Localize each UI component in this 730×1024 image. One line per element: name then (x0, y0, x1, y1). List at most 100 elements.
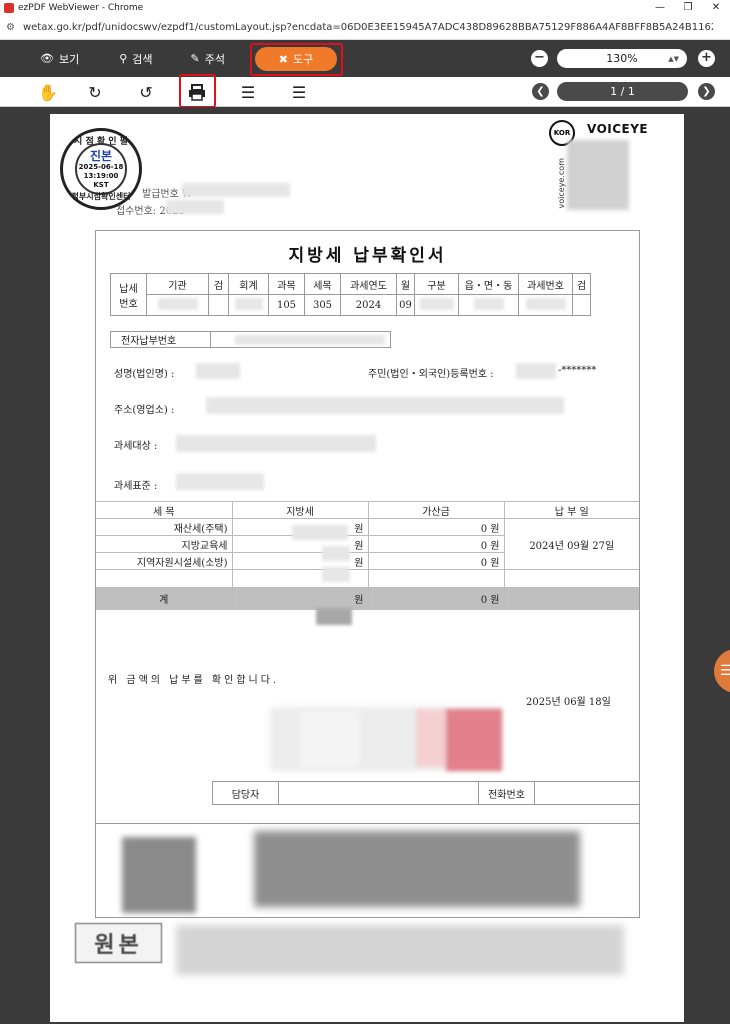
tools-label: 도구 (292, 53, 314, 66)
redacted-id (516, 363, 556, 379)
original-mark: 원본 (75, 923, 162, 963)
form-divider (96, 823, 639, 824)
close-icon[interactable]: ✕ (702, 0, 730, 16)
redacted-object (176, 435, 376, 452)
tax-header-cell: 기관 (146, 273, 209, 295)
tax-item: 지방교육세 (96, 535, 232, 553)
tax-item: 지역자원시설세(소방) (96, 552, 232, 570)
page-number: 1 / 1 (610, 85, 635, 98)
redacted-barcode (122, 837, 196, 913)
contact-phone-value (535, 782, 639, 804)
window-title: ezPDF WebViewer - Chrome (18, 3, 144, 13)
voiceye-site: voiceye.com (557, 158, 566, 209)
tax-header-cell: 월 (396, 273, 415, 295)
redacted-issue-number (182, 183, 290, 197)
table-row: 재산세(주택) 원 0 원 2024년 09월 27일 (96, 518, 639, 570)
list-icon[interactable]: ☰ (237, 81, 259, 103)
penalty-amount: 0 원 (367, 518, 504, 536)
minimize-icon[interactable]: — (646, 0, 674, 16)
tax-value-cell (414, 294, 459, 316)
amount-header: 지방세 (231, 501, 368, 519)
tax-header-cell: 세목 (304, 273, 341, 295)
payment-date: 2024년 09월 27일 (503, 518, 639, 570)
hand-tool-icon[interactable]: ✋ (37, 81, 59, 103)
tax-value-cell (572, 294, 591, 316)
id-masked: -******* (558, 365, 597, 376)
total-row: 계 원 0 원 (96, 587, 639, 610)
list-settings-icon[interactable]: ☰ (288, 81, 310, 103)
pen-icon: ✎ (190, 52, 200, 65)
previous-page-button[interactable]: ❮ (532, 83, 549, 100)
zoom-in-button[interactable]: + (698, 50, 715, 67)
seal-time: 13:19:00 (83, 172, 119, 180)
redacted-standard (176, 473, 264, 490)
official-stamp (270, 707, 502, 771)
tax-header-cell: 검 (572, 273, 591, 295)
voiceye-block: KOR VOICEYE voiceye.com (549, 120, 649, 212)
standard-row: 과세표준 : (114, 481, 158, 492)
zoom-select[interactable]: 130% ▲▼ (557, 49, 687, 68)
rotate-counterclockwise-icon[interactable]: ↺ (135, 81, 157, 103)
search-label: 검색 (132, 52, 153, 66)
redacted-epay-number (235, 334, 385, 345)
redacted-amount (292, 525, 348, 540)
tax-value-cell (146, 294, 209, 316)
tax-header-cell: 과세번호 (518, 273, 573, 295)
next-page-button[interactable]: ❯ (698, 83, 715, 100)
tax-value-cell: 305 (304, 294, 341, 316)
tax-value-cell (208, 294, 229, 316)
contact-person-value (279, 782, 479, 804)
tax-header-cell: 과목 (268, 273, 305, 295)
annotate-button[interactable]: ✎ 주석 (191, 51, 225, 67)
electronic-payment-number: 전자납부번호 (110, 331, 391, 348)
tax-value-cell (458, 294, 519, 316)
tax-header-cell: 과세연도 (340, 273, 397, 295)
redacted-receipt-number (166, 200, 224, 214)
address-bar[interactable]: ⚙ wetax.go.kr/pdf/unidocswv/ezpdf1/custo… (0, 16, 730, 40)
rotate-clockwise-icon[interactable]: ↻ (84, 81, 106, 103)
zoom-out-button[interactable]: − (531, 50, 548, 67)
id-row: 주민(법인・외국인)등록번호 : (368, 369, 494, 380)
restore-icon[interactable]: ❐ (674, 0, 702, 16)
url-text[interactable]: wetax.go.kr/pdf/unidocswv/ezpdf1/customL… (23, 22, 713, 33)
form-title: 지방세 납부확인서 (288, 246, 447, 266)
site-settings-icon[interactable]: ⚙ (6, 22, 15, 33)
tax-header-cell: 회계 (228, 273, 269, 295)
tax-value-cell (228, 294, 269, 316)
total-amount: 원 (231, 587, 368, 610)
search-button[interactable]: ⚲ 검색 (119, 51, 152, 67)
tax-header-cell: 검 (208, 273, 229, 295)
amount-header: 세 목 (96, 501, 232, 519)
page-indicator[interactable]: 1 / 1 (557, 82, 688, 101)
view-button[interactable]: 👁 보기 (40, 51, 79, 67)
contact-row: 담당자 전화번호 (212, 781, 640, 805)
chevron-updown-icon: ▲▼ (668, 54, 679, 63)
amount-header: 가산금 (367, 501, 504, 519)
tax-header-cell: 읍・면・동 (458, 273, 519, 295)
app-logo-icon (4, 3, 14, 13)
address-row: 주소(영업소) : (114, 405, 175, 416)
contact-phone-label: 전화번호 (479, 782, 535, 804)
seal-bottom-text: 정부시점확인센터 (71, 192, 131, 201)
penalty-amount: 0 원 (367, 552, 504, 570)
view-label: 보기 (58, 52, 80, 66)
voiceye-code (567, 140, 629, 210)
voiceye-brand: VOICEYE (587, 122, 649, 136)
tax-payment-form: 지방세 납부확인서 납세 번호 기관 검 회계 과목 세목 과세연도 월 구분 … (95, 230, 640, 918)
seal-center-text: 진본 (89, 149, 113, 163)
zoom-value: 130% (606, 52, 638, 65)
search-icon: ⚲ (119, 52, 128, 65)
redacted-footer (176, 925, 624, 975)
annotate-label: 주석 (204, 52, 225, 66)
tax-value-cell: 09 (396, 294, 415, 316)
eye-icon: 👁 (40, 52, 54, 65)
window-titlebar: ezPDF WebViewer - Chrome — ❐ ✕ (0, 0, 730, 16)
redacted-name (196, 363, 240, 379)
tools-button[interactable]: ✖ 도구 (255, 47, 337, 71)
table-row (96, 569, 639, 588)
redacted-amount (322, 546, 350, 561)
total-label: 계 (96, 587, 232, 610)
name-row: 성명(법인명) : (114, 369, 175, 380)
penalty-amount: 0 원 (367, 535, 504, 553)
tax-header-cell: 납세 번호 (110, 273, 147, 316)
